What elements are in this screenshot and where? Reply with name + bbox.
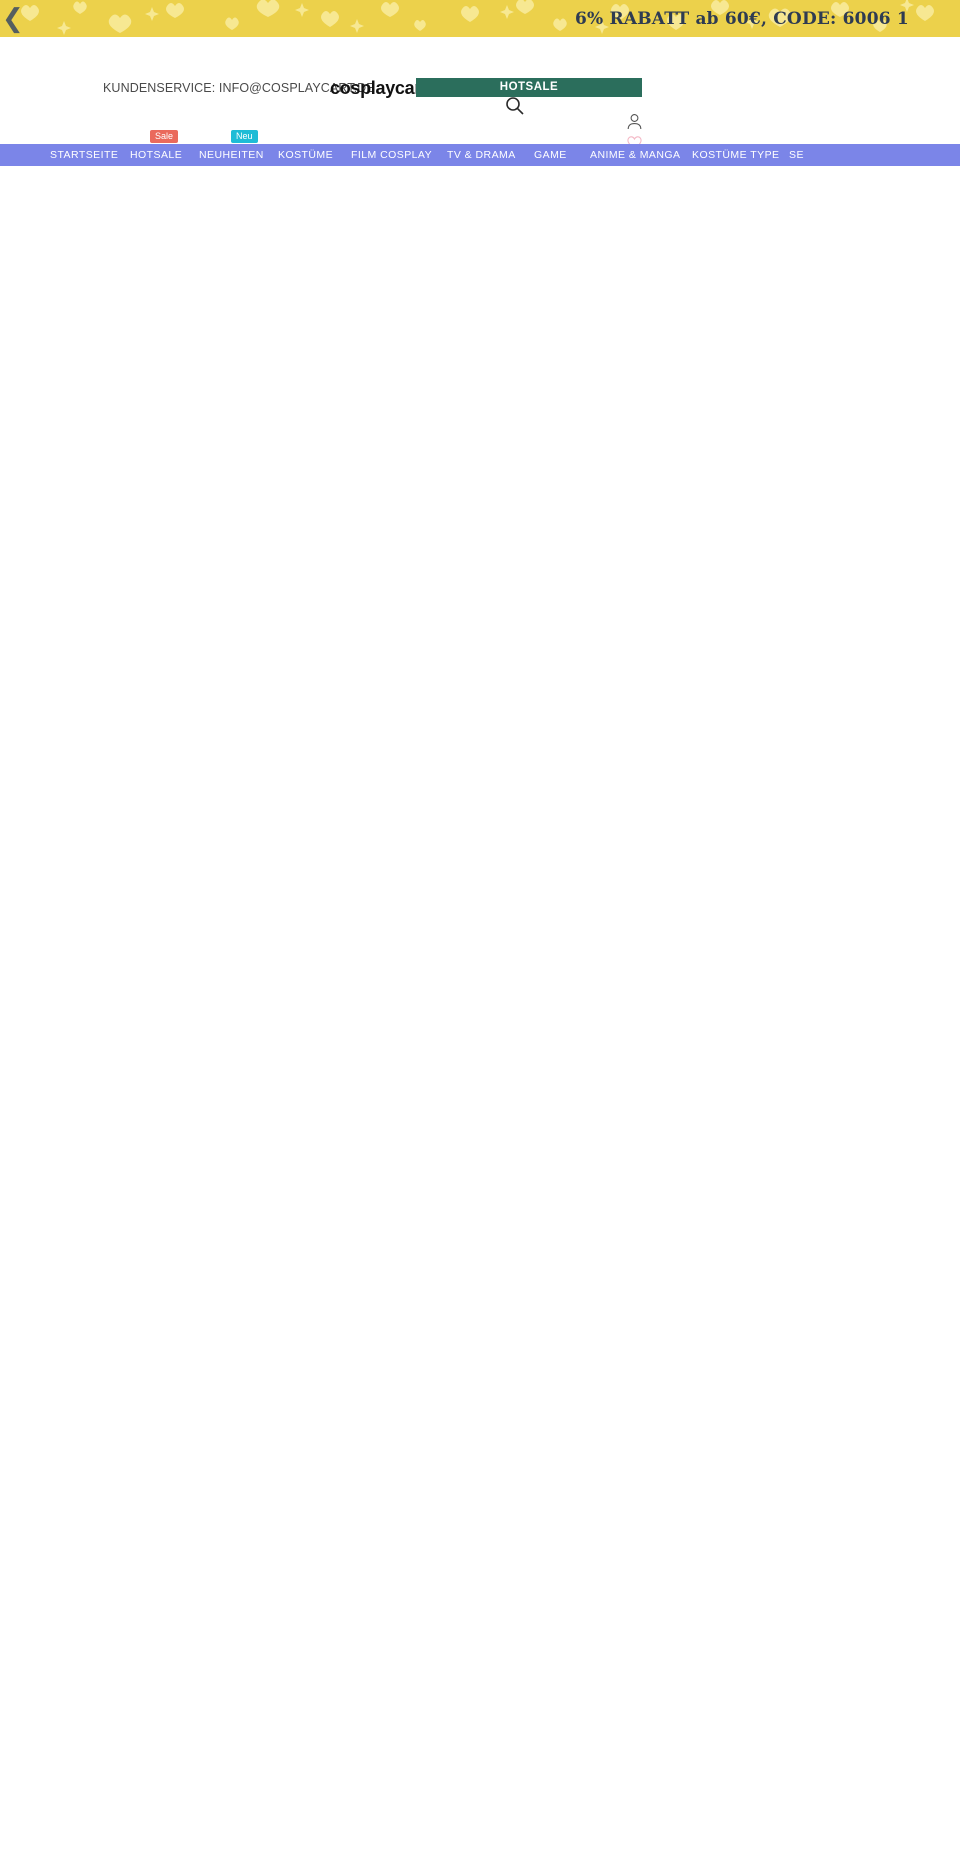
page-root: ❮ 6% RABATT ab 60€, CODE: 6006 1 KUNDENS…	[0, 0, 960, 166]
nav-item-se[interactable]: SE	[789, 144, 804, 166]
hotsale-pill-button[interactable]: HOTSALE	[416, 78, 642, 97]
nav-item-film-cosplay[interactable]: FILM COSPLAY	[351, 144, 432, 166]
nav-item-startseite[interactable]: STARTSEITE	[50, 144, 118, 166]
user-icon[interactable]	[626, 113, 643, 130]
main-navigation: STARTSEITE HOTSALE NEUHEITEN KOSTÜME FILM CO…	[0, 130, 960, 166]
nav-item-kost-me[interactable]: KOSTÜME	[278, 144, 333, 166]
promo-banner: ❮ 6% RABATT ab 60€, CODE: 6006 1	[0, 0, 960, 37]
site-header: KUNDENSERVICE: INFO@COSPLAYCART.DE cospl…	[0, 37, 960, 166]
nav-item-hotsale[interactable]: HOTSALE	[130, 144, 182, 166]
nav-item-anime-manga[interactable]: ANIME & MANGA	[590, 144, 680, 166]
nav-badge-neu: Neu	[231, 130, 258, 143]
nav-badge-sale: Sale	[150, 130, 179, 143]
promo-prev-arrow-icon[interactable]: ❮	[2, 6, 24, 32]
search-icon[interactable]	[505, 96, 525, 116]
nav-item-game[interactable]: GAME	[534, 144, 567, 166]
nav-item-kost-me-type[interactable]: KOSTÜME TYPE	[692, 144, 779, 166]
nav-item-neuheiten[interactable]: NEUHEITEN	[199, 144, 264, 166]
promo-banner-text: 6% RABATT ab 60€, CODE: 6006 1	[575, 8, 909, 29]
nav-item-tv-drama[interactable]: TV & DRAMA	[447, 144, 516, 166]
